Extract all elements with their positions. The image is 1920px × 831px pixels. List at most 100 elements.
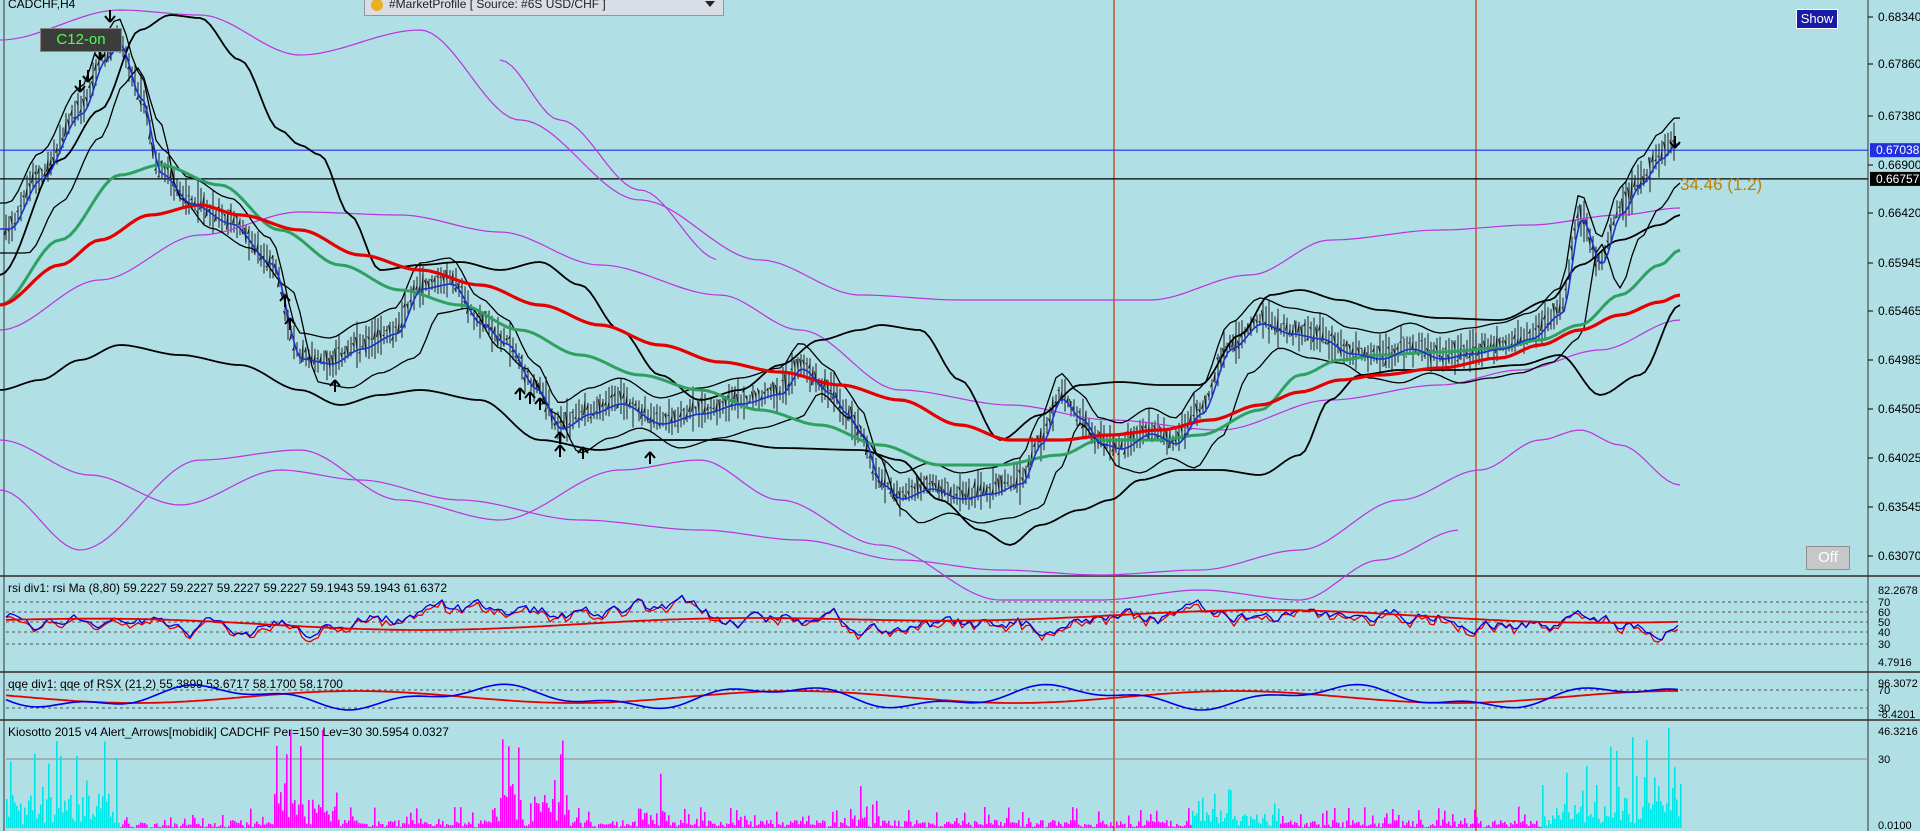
kiosotto-bar xyxy=(1526,824,1528,828)
kiosotto-bar xyxy=(102,796,104,828)
kiosotto-bar xyxy=(1028,817,1030,828)
kiosotto-bar xyxy=(52,822,54,828)
kiosotto-bar xyxy=(414,823,416,828)
kiosotto-bar xyxy=(828,826,830,828)
off-button[interactable]: Off xyxy=(1806,546,1850,570)
kiosotto-bar xyxy=(978,824,980,828)
kiosotto-bar xyxy=(1566,772,1568,828)
kiosotto-bar xyxy=(606,824,608,828)
kiosotto-bar xyxy=(1432,824,1434,828)
kiosotto-bar xyxy=(1488,825,1490,828)
chart-window[interactable]: 34.46 (1.2) 0.68340 0.67860 0.67380 0.66900 0… xyxy=(0,0,1920,831)
kiosotto-bar xyxy=(958,823,960,828)
show-button[interactable]: Show xyxy=(1796,9,1838,29)
kiosotto-bar xyxy=(1458,823,1460,828)
kiosotto-bar xyxy=(1040,820,1042,828)
kiosotto-bar xyxy=(1370,824,1372,828)
kiosotto-bar xyxy=(384,826,386,828)
kiosotto-bar xyxy=(1298,825,1300,828)
kiosotto-bar xyxy=(330,821,332,828)
kiosotto-bar xyxy=(450,825,452,828)
kiosotto-bar xyxy=(1048,823,1050,828)
kiosotto-bar xyxy=(1058,821,1060,828)
kiosotto-bar xyxy=(42,786,44,828)
kiosotto-bar xyxy=(1518,806,1520,828)
kiosotto-bar xyxy=(1100,822,1102,828)
kiosotto-bar xyxy=(812,824,814,828)
kiosotto-bar xyxy=(1422,824,1424,828)
kiosotto-bar xyxy=(1118,825,1120,828)
kiosotto-bar xyxy=(1486,825,1488,828)
kiosotto-bar xyxy=(256,821,258,828)
kiosotto-bar xyxy=(34,753,36,828)
kiosotto-bar xyxy=(404,823,406,828)
kiosotto-bar xyxy=(1036,823,1038,828)
kiosotto-bar xyxy=(576,817,578,828)
kiosotto-bar xyxy=(294,800,296,828)
kiosotto-bar xyxy=(962,820,964,828)
kiosotto-bar xyxy=(752,827,754,828)
kiosotto-bar xyxy=(1628,814,1630,828)
kiosotto-bar xyxy=(224,826,226,828)
kiosotto-bar xyxy=(1620,819,1622,828)
kiosotto-bar xyxy=(712,823,714,828)
kiosotto-bar xyxy=(1534,824,1536,828)
kiosotto-bar xyxy=(478,823,480,828)
kiosotto-bar xyxy=(146,824,148,828)
kiosotto-bar xyxy=(676,826,678,828)
rsi-title: rsi div1: rsi Ma (8,80) 59.2227 59.2227 … xyxy=(8,581,447,595)
kiosotto-bar xyxy=(920,823,922,828)
kiosotto-bar xyxy=(1626,798,1628,828)
kiosotto-bar xyxy=(902,826,904,828)
rsi-level-label: 40 xyxy=(1878,627,1890,639)
kiosotto-bar xyxy=(756,825,758,828)
kiosotto-bar xyxy=(176,824,178,828)
kiosotto-bar xyxy=(532,821,534,828)
kiosotto-bar xyxy=(44,822,46,828)
kiosotto-bar xyxy=(400,826,402,828)
kiosotto-bar xyxy=(1258,822,1260,828)
kiosotto-bar xyxy=(1182,826,1184,828)
kiosotto-bar xyxy=(1056,825,1058,828)
kiosotto-bar xyxy=(6,798,8,828)
kiosotto-bar xyxy=(984,807,986,828)
kiosotto-bar xyxy=(564,814,566,828)
kiosotto-bar xyxy=(1436,820,1438,828)
kiosotto-bar xyxy=(212,826,214,828)
kiosotto-bar xyxy=(510,786,512,828)
kiosotto-bar xyxy=(188,824,190,828)
kiosotto-bar xyxy=(1322,813,1324,828)
kiosotto-bar xyxy=(648,824,650,828)
kiosotto-bar xyxy=(612,821,614,828)
kiosotto-bar xyxy=(70,794,72,828)
kiosotto-bar xyxy=(1676,799,1678,828)
kiosotto-bar xyxy=(974,821,976,828)
kiosotto-bar xyxy=(1506,824,1508,828)
kiosotto-bar xyxy=(416,808,418,828)
price-tick-label: 0.67860 xyxy=(1878,57,1920,71)
kiosotto-bar xyxy=(1090,824,1092,828)
kiosotto-bar xyxy=(300,746,302,828)
kiosotto-bar xyxy=(194,817,196,828)
kiosotto-bar xyxy=(948,821,950,828)
c12-badge[interactable]: C12-on xyxy=(40,28,122,52)
kiosotto-bar xyxy=(1544,816,1546,828)
kiosotto-bar xyxy=(518,747,520,828)
kiosotto-bar xyxy=(1342,822,1344,828)
chevron-down-icon[interactable] xyxy=(705,1,715,7)
kiosotto-bar xyxy=(312,799,314,828)
kiosotto-bar xyxy=(218,826,220,828)
kiosotto-bar xyxy=(124,820,126,828)
kiosotto-bar xyxy=(1018,820,1020,828)
market-profile-select[interactable]: #MarketProfile [ Source: #6S USD/CHF ] xyxy=(364,0,724,16)
kiosotto-bar xyxy=(1614,812,1616,828)
kiosotto-bar xyxy=(758,824,760,828)
kiosotto-bar xyxy=(1052,819,1054,828)
kiosotto-bar xyxy=(1362,824,1364,828)
kiosotto-bar xyxy=(1324,824,1326,828)
kiosotto-bar xyxy=(854,815,856,828)
kiosotto-bar xyxy=(1654,777,1656,828)
kiosotto-bar xyxy=(326,810,328,828)
kiosotto-bar xyxy=(1210,821,1212,828)
kiosotto-bar xyxy=(882,820,884,828)
